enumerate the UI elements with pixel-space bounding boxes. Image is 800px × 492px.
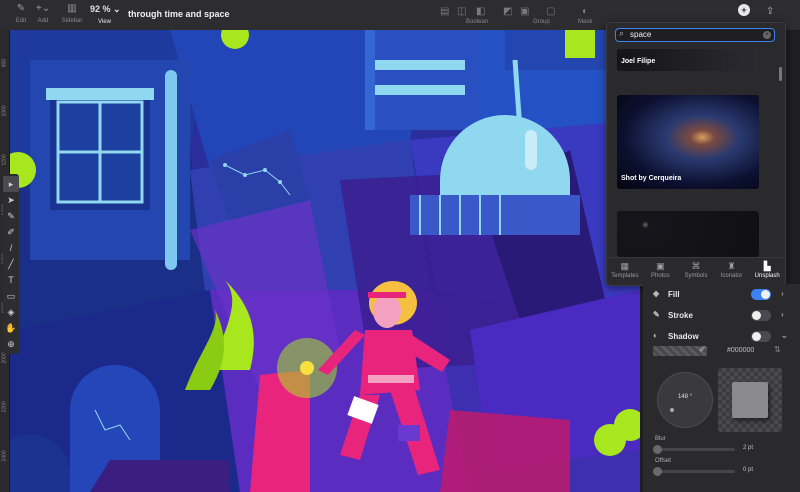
library-scrollbar[interactable] [779,67,782,81]
pencil-tool[interactable]: ╱ [3,256,19,272]
artwork-canvas[interactable] [10,30,640,492]
clear-search-icon[interactable]: × [763,31,771,39]
pencil-icon: ✎ [16,3,26,14]
vector-tool[interactable]: ✎ [3,208,19,224]
stroke-toggle[interactable] [751,310,771,321]
fill-tool[interactable]: ◈ [3,304,19,320]
result-thumbnail-2[interactable]: Shot by Cerqueira [617,95,759,189]
tab-symbols[interactable]: ⌘ Symbols [678,258,714,285]
result-caption: Joel Filipe [621,58,656,65]
tab-iconator[interactable]: ♜ Iconator [714,258,750,285]
direct-select-icon: ➤ [7,194,15,205]
fill-row: ◈ Fill › [653,289,784,300]
boolean-subtract-icon[interactable]: ◧ [476,6,485,17]
blur-slider[interactable] [653,445,735,454]
fill-bucket-icon: ◈ [7,306,15,317]
pen-tool[interactable]: / [3,240,19,256]
library-search-field[interactable]: ⌕ space × [615,28,775,42]
zoom-tool[interactable]: ⊕ [3,336,19,352]
blur-label: Blur [655,436,666,442]
direct-select-tool[interactable]: ➤ [3,192,19,208]
mask-icon[interactable]: ◐ [582,6,588,17]
illustration [10,30,640,492]
vector-icon: ✎ [7,210,15,221]
pencil-icon: ╱ [8,258,14,269]
boolean-intersect-icon[interactable]: ◩ [503,6,512,17]
select-icon: ▸ [8,178,14,189]
blur-value[interactable]: 2 pt [743,445,753,451]
result-thumbnail-3[interactable] [617,211,759,257]
add-library-icon[interactable]: + [738,4,750,16]
boolean-union-icon[interactable]: ◫ [457,6,466,17]
sidebar-button[interactable]: ▥ Sidebar [57,3,87,24]
tab-photos[interactable]: ▣ Photos [643,258,679,285]
sidebar-icon: ▥ [67,3,77,14]
offset-slider[interactable] [653,467,735,476]
shadow-preview [718,368,782,432]
brush-tool[interactable]: ✐ [3,224,19,240]
offset-label: Offset [655,458,671,464]
shadow-options-icon[interactable]: ⇅ [774,345,781,354]
group-icon[interactable]: ▣ [520,6,529,17]
rectangle-tool[interactable]: ▭ [3,288,19,304]
inspector-panel: ◈ Fill › ✎ Stroke › ◐ Shadow ⌄ ✐ #000000… [643,284,800,492]
dial-handle[interactable] [670,408,674,412]
chevron-right-icon[interactable]: › [781,310,784,319]
tab-templates[interactable]: ▦ Templates [607,258,643,285]
shadow-icon: ◐ [653,331,658,340]
shadow-toggle[interactable] [751,331,771,342]
search-input[interactable]: space [630,30,651,39]
search-icon: ⌕ [619,28,625,38]
group-label: Group [533,19,550,25]
select-tool[interactable]: ▸ [3,176,19,192]
ungroup-icon[interactable]: ▢ [546,6,555,17]
shadow-row: ◐ Shadow ⌄ [653,331,788,342]
result-caption: Shot by Cerqueira [621,175,682,182]
text-icon: T [8,275,14,285]
offset-value[interactable]: 0 pt [743,467,753,473]
stroke-row: ✎ Stroke › [653,310,784,321]
align-left-icon[interactable]: ▤ [440,6,449,17]
tab-unsplash[interactable]: ▙ Unsplash [749,258,785,285]
hand-icon: ✋ [5,322,17,333]
shadow-angle-dial[interactable]: 148 ° [657,372,713,428]
chevron-down-icon: ⌄ [113,4,121,14]
share-icon[interactable]: ⇪ [766,6,774,17]
chevron-down-icon[interactable]: ⌄ [781,331,788,340]
templates-icon: ▦ [620,261,630,271]
stroke-icon: ✎ [653,310,660,319]
hand-tool[interactable]: ✋ [3,320,19,336]
unsplash-icon: ▙ [763,261,771,271]
boolean-label: Boolean [466,19,489,25]
fill-bucket-icon: ◈ [653,289,660,298]
library-popover: ⌕ space × Joel Filipe Shot by Cerqueira … [606,22,786,286]
brush-icon: ✐ [7,226,15,237]
rectangle-icon: ▭ [6,290,16,301]
add-icon: +⌄ [35,3,51,14]
chevron-right-icon[interactable]: › [781,289,784,298]
pen-icon: / [9,243,13,253]
tool-palette: ▸ ➤ ✎ ✐ / ╱ T ▭ ◈ ✋ ⊕ [3,174,19,354]
shadow-hex-value[interactable]: #000000 [727,347,754,354]
library-tabs: ▦ Templates ▣ Photos ⌘ Symbols ♜ Iconato… [607,257,785,285]
fill-toggle[interactable] [751,289,771,300]
photos-icon: ▣ [656,261,665,271]
text-tool[interactable]: T [3,272,19,288]
view-label: View [98,19,111,25]
zoom-icon: ⊕ [7,338,15,349]
iconator-icon: ♜ [727,261,736,271]
zoom-control[interactable]: 92 % ⌄ [90,4,121,15]
add-button[interactable]: +⌄ Add [28,3,58,24]
mask-label: Mask [578,19,593,25]
symbols-icon: ⌘ [691,261,701,271]
result-thumbnail-1[interactable]: Joel Filipe [617,49,759,71]
eyedropper-icon[interactable]: ✐ [699,345,706,354]
document-title: through time and space [128,9,230,19]
